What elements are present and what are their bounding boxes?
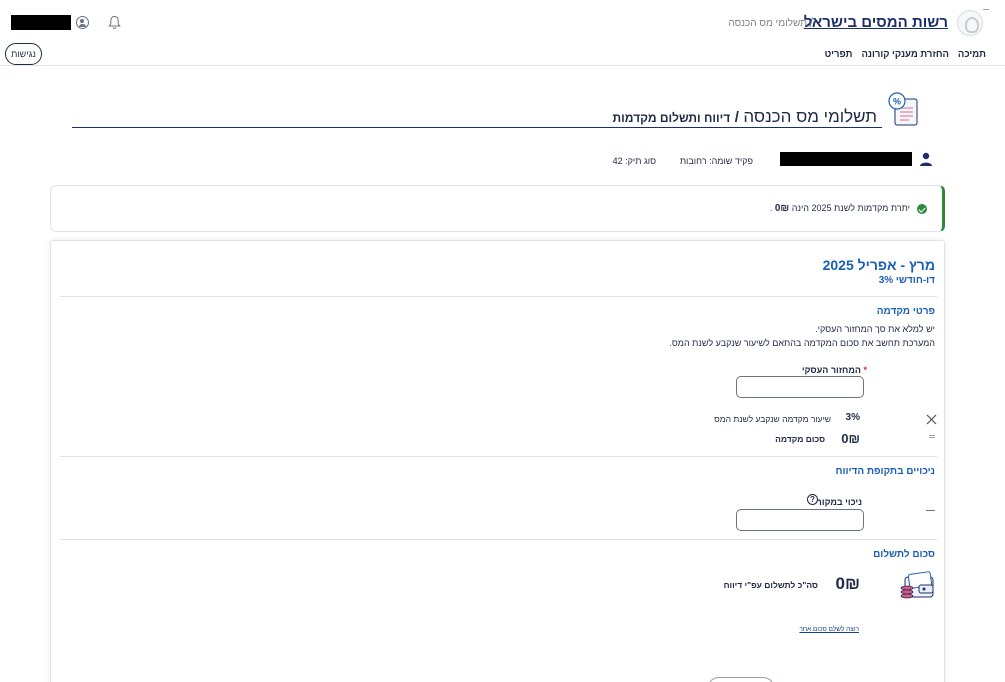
bell-icon[interactable] xyxy=(108,15,121,30)
advance-desc-line2: המערכת תחשב את סכום המקדמה בהתאם לשיעור … xyxy=(669,338,935,348)
turnover-label-text: המחזור העסקי xyxy=(801,365,861,375)
advance-amount: 0₪ xyxy=(841,431,860,446)
nav-support[interactable]: תמיכה xyxy=(958,49,986,60)
equals-icon xyxy=(929,435,935,438)
turnover-label: * המחזור העסקי xyxy=(802,365,867,375)
advance-amount-label: סכום מקדמה xyxy=(775,434,825,444)
alert-text: יתרת מקדמות לשנת 2025 הינה 0₪ . xyxy=(770,203,910,214)
accessibility-button[interactable]: נגישות xyxy=(5,43,42,65)
tax-office: פקיד שומה: רחובות xyxy=(679,156,753,166)
turnover-input[interactable] xyxy=(736,376,864,398)
divider xyxy=(60,296,937,297)
total-payment-label: סה"כ לתשלום עפ"י דיווח xyxy=(723,580,818,590)
minus-icon xyxy=(926,510,935,511)
check-circle-icon xyxy=(917,204,927,214)
advance-details-title: פרטי מקדמה xyxy=(876,306,935,317)
alert-text-prefix: יתרת מקדמות לשנת 2025 הינה xyxy=(791,203,910,213)
advance-rate-label: שיעור מקדמה שנקבע לשנת המס xyxy=(714,414,831,424)
divider xyxy=(60,539,937,540)
payment-title: סכום לתשלום xyxy=(873,549,935,560)
redacted-taxpayer-name xyxy=(780,152,912,166)
breadcrumb-current: תשלומי מס הכנסה xyxy=(728,18,807,29)
withholding-label: ניכוי במקור xyxy=(816,497,862,507)
alert-amount: 0₪ xyxy=(774,203,790,214)
nav-menu[interactable]: תפריט xyxy=(825,49,853,60)
alert-text-suffix: . xyxy=(769,203,773,213)
main-nav: תפריט החזרת מענקי קורונה תמיכה xyxy=(825,49,986,60)
nav-corona-grants[interactable]: החזרת מענקי קורונה xyxy=(861,49,948,60)
divider xyxy=(60,456,937,457)
svg-text:%: % xyxy=(893,97,901,107)
advance-rate-value: 3% xyxy=(845,412,860,423)
total-payment-amount: 0₪ xyxy=(835,574,860,593)
redacted-username xyxy=(11,15,71,30)
period-title: מרץ - אפריל 2025 xyxy=(822,257,935,273)
page-title-sub: דיווח ותשלום מקדמות xyxy=(612,111,731,125)
logo-icon[interactable] xyxy=(957,10,983,36)
x-icon xyxy=(926,414,937,425)
page-title: תשלומי מס הכנסה / דיווח ותשלום מקדמות xyxy=(613,107,877,127)
submit-button[interactable] xyxy=(707,677,775,682)
site-title-link[interactable]: רשות המסים בישראל xyxy=(804,14,948,31)
deductions-title: ניכויים בתקופת הדיווח xyxy=(835,466,935,477)
period-subtitle: דו-חודשי 3% xyxy=(878,275,935,286)
person-icon xyxy=(920,152,932,166)
report-card: מרץ - אפריל 2025 דו-חודשי 3% פרטי מקדמה … xyxy=(50,240,945,682)
required-marker: * xyxy=(863,365,867,375)
logo-dash xyxy=(983,9,989,10)
page-title-separator: / xyxy=(734,109,739,126)
percent-document-icon: % xyxy=(888,92,918,126)
withholding-input[interactable] xyxy=(736,509,864,531)
user-circle-icon[interactable] xyxy=(76,16,89,29)
title-underline xyxy=(72,127,882,128)
advance-balance-alert: יתרת מקדמות לשנת 2025 הינה 0₪ . xyxy=(50,185,945,232)
breadcrumb-separator: / xyxy=(809,15,813,30)
page-title-main: תשלומי מס הכנסה xyxy=(743,107,877,126)
file-type: סוג תיק: 42 xyxy=(612,156,656,166)
wallet-coins-icon xyxy=(900,571,934,599)
advance-desc-line1: יש למלא את סך המחזור העסקי. xyxy=(815,324,935,334)
pay-other-amount-link[interactable]: רוצה לשלם סכום אחר xyxy=(799,626,859,633)
top-header: רשות המסים בישראל / תשלומי מס הכנסה תפרי… xyxy=(0,0,1005,66)
